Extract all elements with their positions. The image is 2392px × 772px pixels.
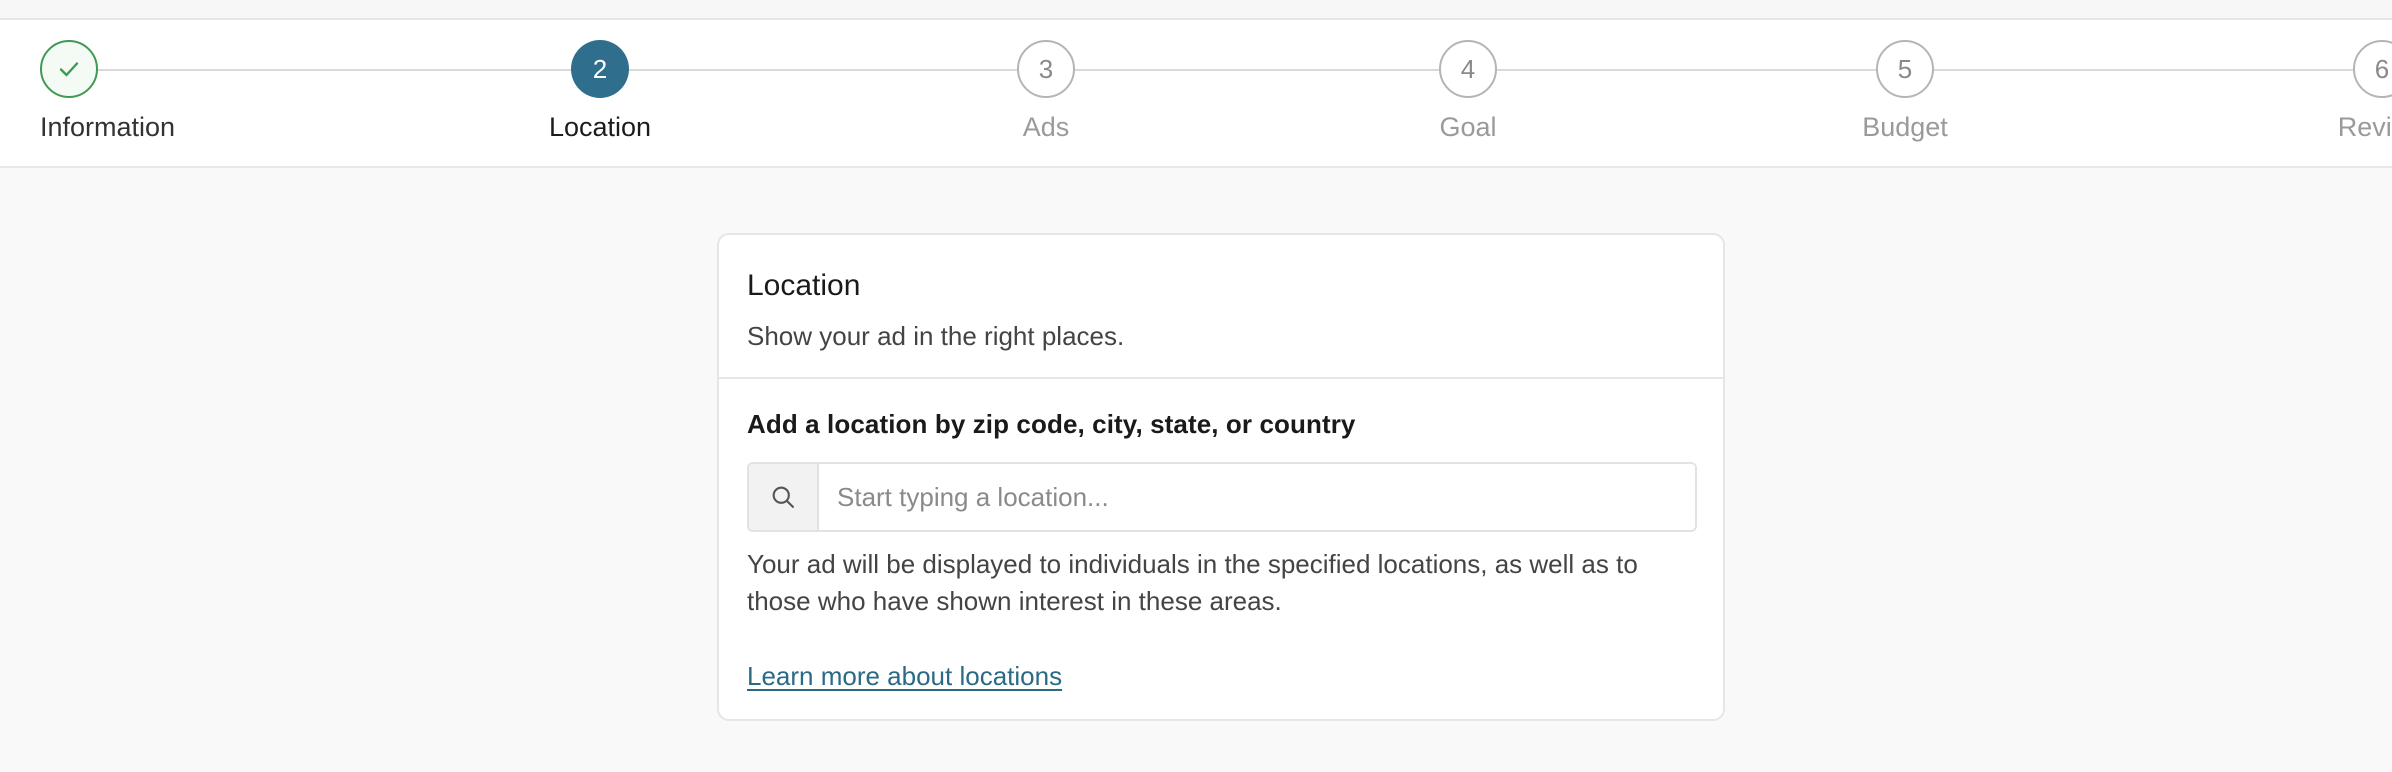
step-circle-information: [40, 40, 98, 98]
step-label-ads: Ads: [1022, 112, 1070, 142]
search-icon: [772, 486, 794, 508]
step-label-goal: Goal: [1439, 112, 1497, 142]
location-field-label: Add a location by zip code, city, state,…: [747, 409, 1356, 439]
step-label-review: Review: [2337, 112, 2392, 142]
card-title: Location: [747, 269, 861, 302]
step-review[interactable]: 6 Review: [2312, 40, 2392, 143]
search-icon-addon: [749, 464, 819, 530]
step-ads[interactable]: 3 Ads: [986, 40, 1106, 143]
check-icon: [59, 62, 79, 77]
step-circle-review: 6: [2353, 40, 2392, 98]
step-circle-ads: 3: [1017, 40, 1075, 98]
card-header: Location Show your ad in the right place…: [719, 235, 1723, 379]
step-budget[interactable]: 5 Budget: [1845, 40, 1965, 143]
step-label-budget: Budget: [1862, 112, 1948, 142]
top-bar: [0, 0, 2392, 20]
location-search-box[interactable]: [747, 462, 1697, 532]
step-information[interactable]: Information: [11, 40, 175, 143]
step-label-information: Information: [40, 112, 176, 142]
step-goal[interactable]: 4 Goal: [1408, 40, 1528, 143]
card-subtitle: Show your ad in the right places.: [747, 321, 1125, 351]
step-circle-goal: 4: [1439, 40, 1497, 98]
location-help-text: Your ad will be displayed to individuals…: [747, 549, 1638, 616]
step-circle-budget: 5: [1876, 40, 1934, 98]
learn-more-link[interactable]: Learn more about locations: [747, 661, 1062, 692]
location-search-input[interactable]: [819, 464, 1695, 530]
card-body: Add a location by zip code, city, state,…: [719, 379, 1723, 692]
progress-stepper: Information 2 Location 3 Ads 4 Goal 5 Bu…: [0, 20, 2392, 168]
step-location[interactable]: 2 Location: [540, 40, 660, 143]
location-card: Location Show your ad in the right place…: [717, 233, 1725, 721]
step-circle-location: 2: [571, 40, 629, 98]
step-connector: [98, 69, 2358, 71]
step-label-location: Location: [548, 112, 652, 142]
